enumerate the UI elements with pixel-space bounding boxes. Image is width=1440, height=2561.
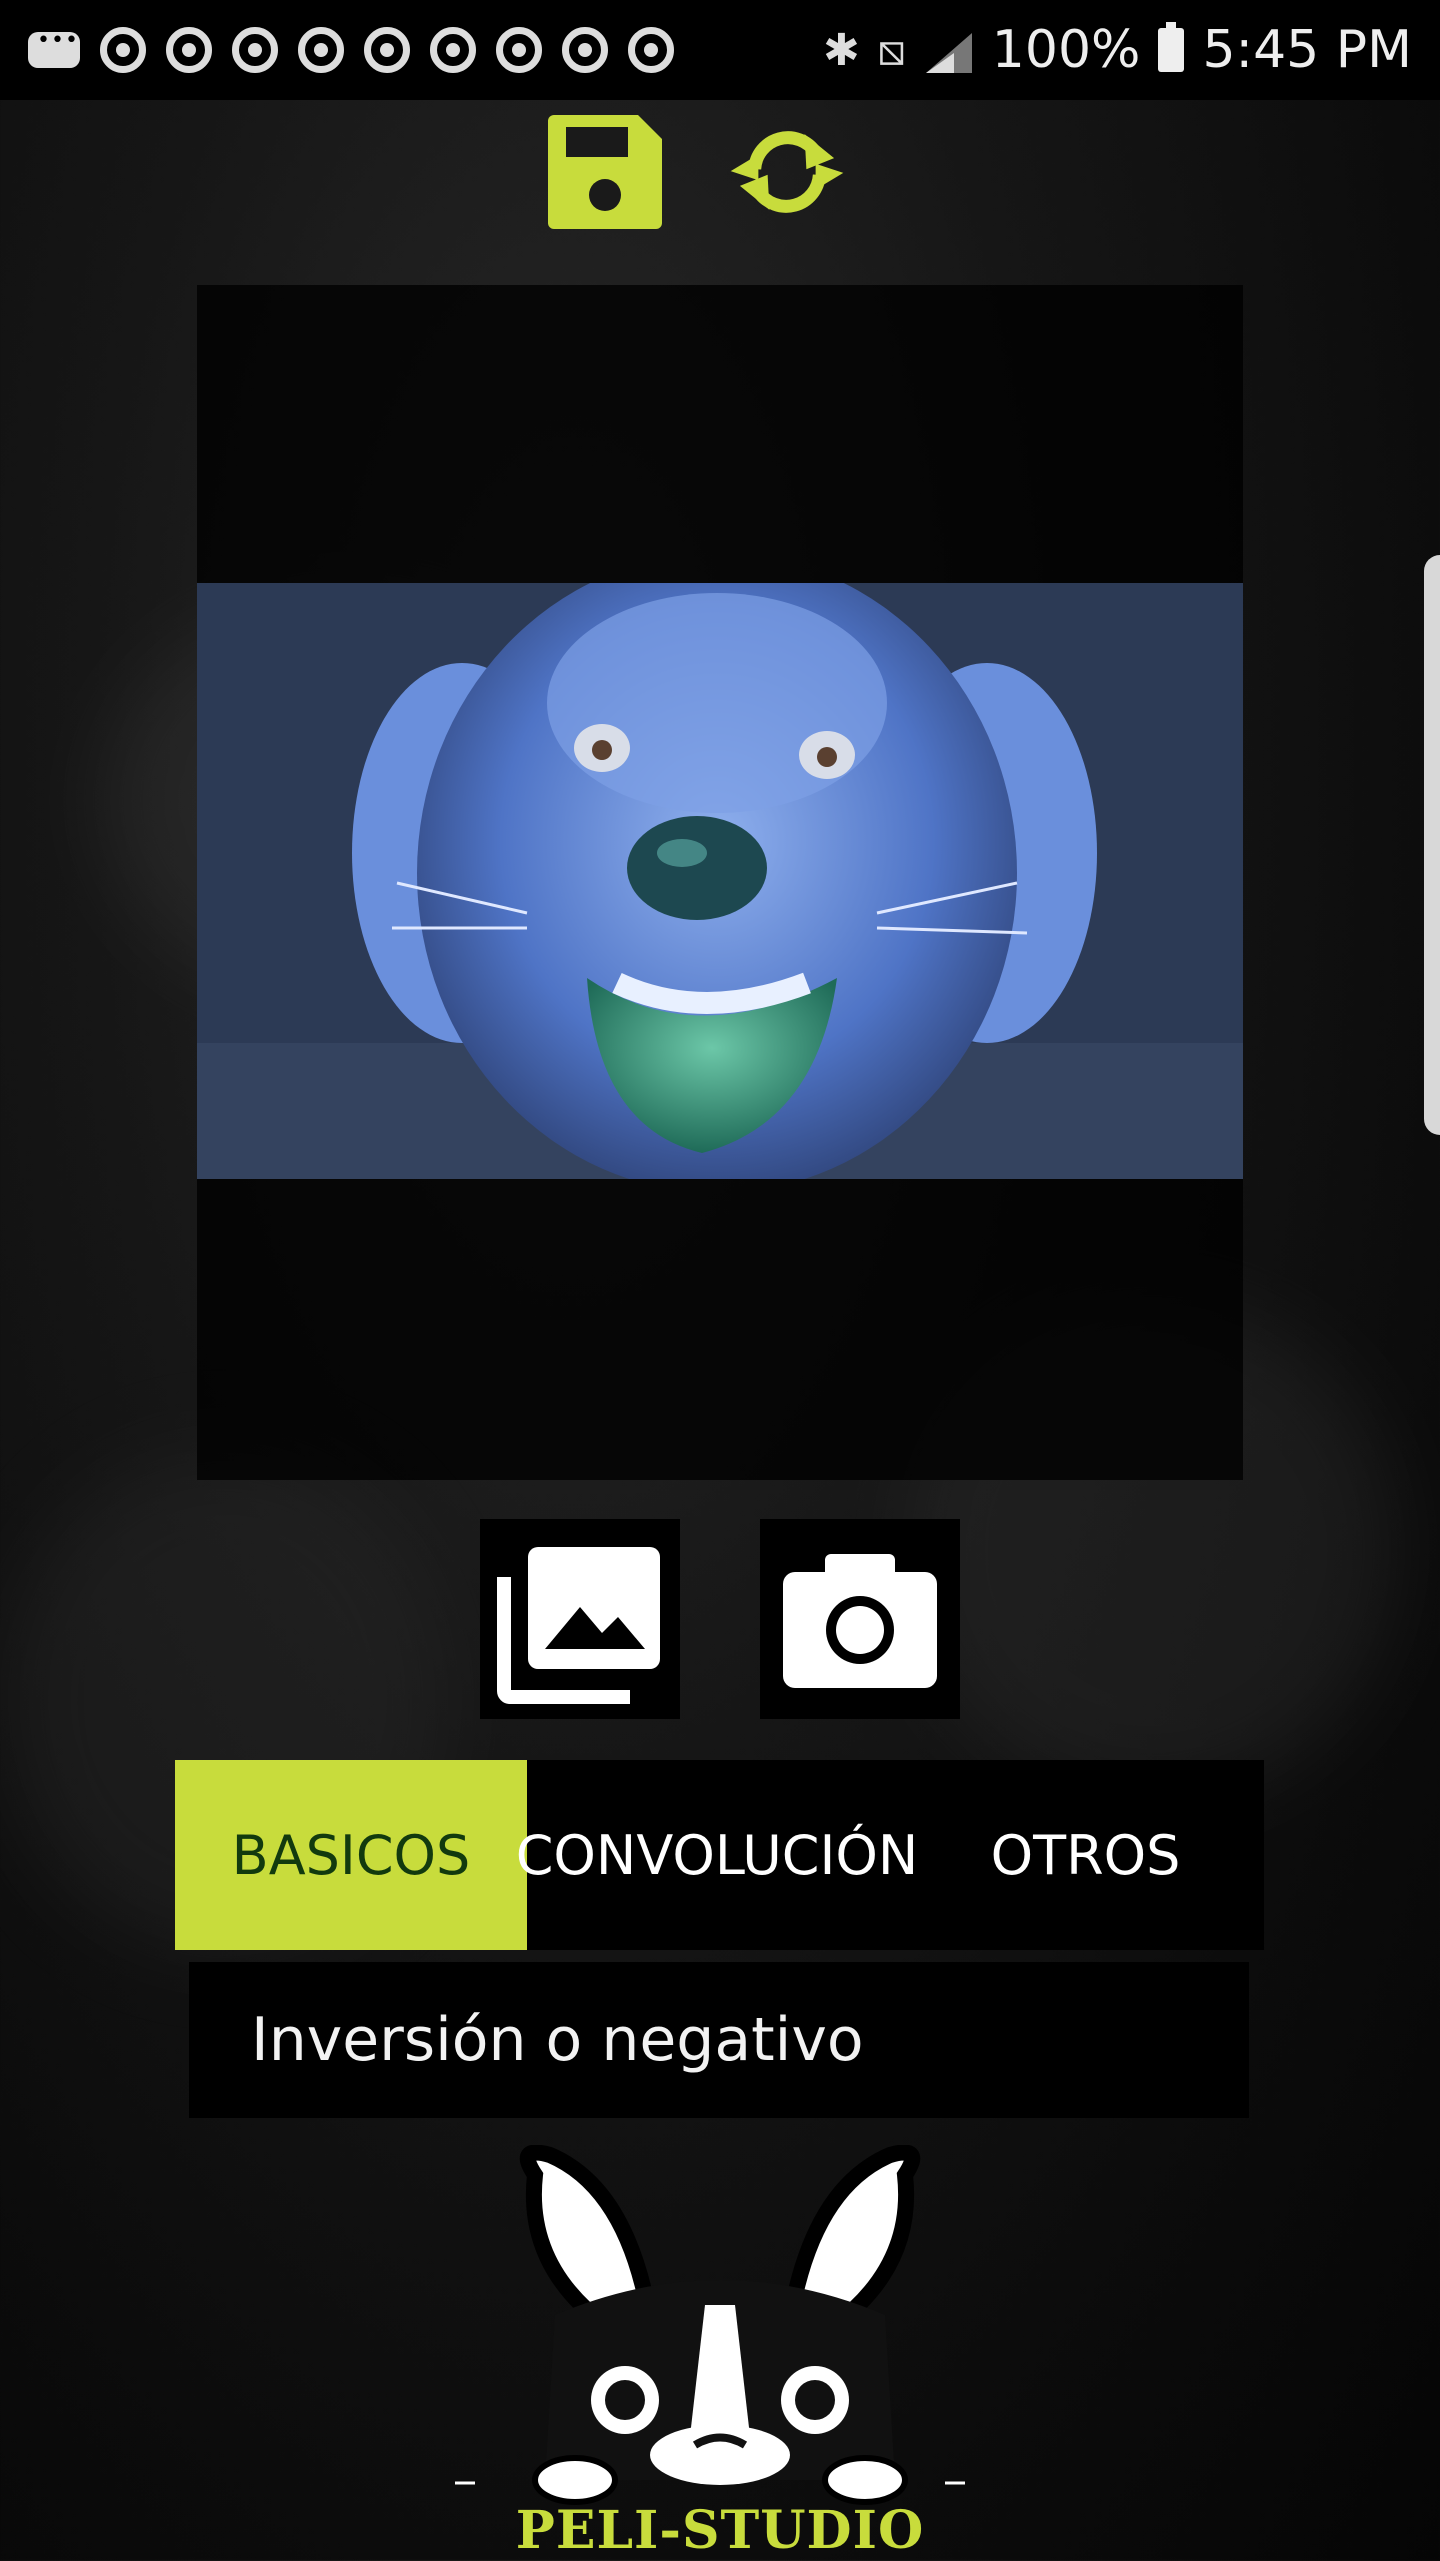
tab-convolucion[interactable]: CONVOLUCIÓN: [516, 1760, 919, 1950]
gallery-icon: [497, 1547, 660, 1704]
battery-percent: 100%: [991, 20, 1141, 80]
tab-otros[interactable]: OTROS: [907, 1760, 1264, 1950]
save-icon: [548, 115, 662, 229]
chrome-icon: [562, 27, 608, 73]
filter-category-tabs: BASICOS CONVOLUCIÓN OTROS: [175, 1760, 1264, 1950]
edited-photo: [197, 583, 1243, 1179]
inverted-dog-image: [197, 583, 1243, 1179]
notification-icons: [28, 27, 674, 73]
clock: 5:45 PM: [1202, 20, 1412, 80]
save-button[interactable]: [545, 112, 665, 232]
camera-icon: [783, 1554, 937, 1688]
chrome-icon: [232, 27, 278, 73]
tab-basicos[interactable]: BASICOS: [175, 1760, 527, 1950]
reset-button[interactable]: [727, 112, 847, 232]
chrome-icon: [496, 27, 542, 73]
edge-panel-handle[interactable]: [1424, 555, 1440, 1135]
chrome-icon: [364, 27, 410, 73]
tab-label: CONVOLUCIÓN: [515, 1823, 919, 1887]
signal-icon: [924, 28, 974, 73]
peli-studio-logo: PELI-STUDIO: [455, 2144, 985, 2561]
logo-text: PELI-STUDIO: [515, 2500, 925, 2561]
refresh-icon: [730, 131, 844, 213]
chrome-icon: [628, 27, 674, 73]
top-toolbar: [0, 112, 1440, 232]
more-notifications-icon: [28, 28, 80, 68]
tab-label: BASICOS: [231, 1823, 471, 1887]
filter-selector[interactable]: Inversión o negativo: [189, 1962, 1249, 2118]
chrome-icon: [430, 27, 476, 73]
status-bar: ✱ ⧅ 100% 5:45 PM: [0, 0, 1440, 100]
chrome-icon: [166, 27, 212, 73]
filter-selected-label: Inversión o negativo: [251, 2005, 864, 2075]
camera-button[interactable]: [760, 1519, 960, 1719]
bluetooth-icon: ✱: [822, 24, 860, 76]
image-preview: [197, 285, 1243, 1480]
system-status: ✱ ⧅ 100% 5:45 PM: [823, 20, 1412, 80]
chrome-icon: [100, 27, 146, 73]
chrome-icon: [298, 27, 344, 73]
gallery-button[interactable]: [480, 1519, 680, 1719]
tab-label: OTROS: [990, 1823, 1181, 1887]
battery-icon: [1158, 22, 1185, 72]
no-vibrate-icon: ⧅: [877, 24, 906, 76]
bulldog-logo-image: [455, 2144, 985, 2505]
